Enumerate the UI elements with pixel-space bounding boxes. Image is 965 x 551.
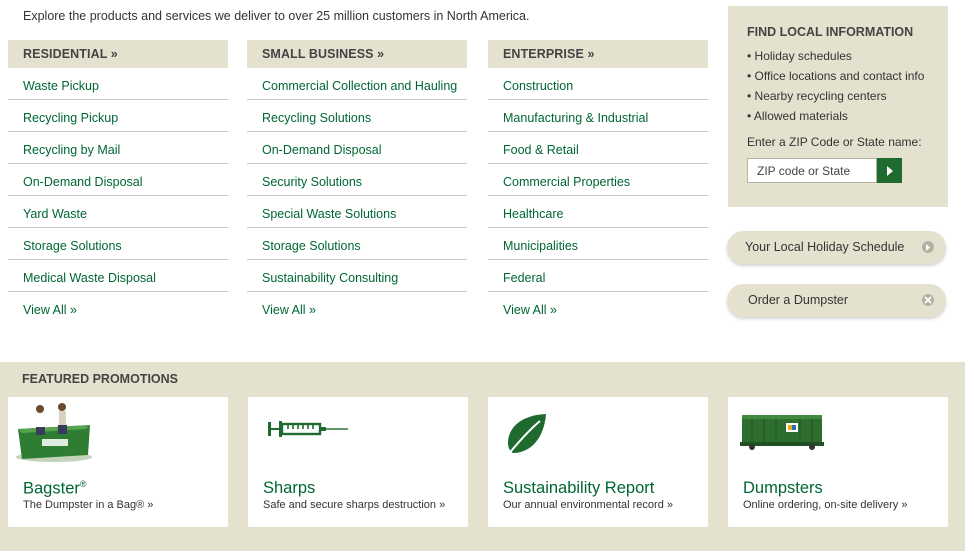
syringe-icon xyxy=(268,421,348,437)
featured-promotions: FEATURED PROMOTIONS Bagster® The Dumpste… xyxy=(0,362,965,551)
promo-card-subtitle: Our annual environmental record » xyxy=(503,499,673,511)
promo-card-title: Sustainability Report xyxy=(503,479,655,497)
promo-card-dumpsters[interactable]: Dumpsters Online ordering, on-site deliv… xyxy=(728,397,948,527)
small-business-link[interactable]: Storage Solutions xyxy=(247,228,467,260)
small-business-link[interactable]: Special Waste Solutions xyxy=(247,196,467,228)
small-business-list: Commercial Collection and Hauling Recycl… xyxy=(247,68,467,324)
promo-card-bagster[interactable]: Bagster® The Dumpster in a Bag® » xyxy=(8,397,228,527)
promo-card-sharps[interactable]: Sharps Safe and secure sharps destructio… xyxy=(248,397,468,527)
promo-card-sustainability[interactable]: Sustainability Report Our annual environ… xyxy=(488,397,708,527)
order-dumpster-label: Order a Dumpster xyxy=(748,293,849,307)
enterprise-link[interactable]: Healthcare xyxy=(488,196,708,228)
residential-list: Waste Pickup Recycling Pickup Recycling … xyxy=(8,68,228,324)
enterprise-list: Construction Manufacturing & Industrial … xyxy=(488,68,708,324)
arrow-right-icon xyxy=(922,241,934,253)
local-info-item: Holiday schedules xyxy=(747,46,948,66)
promo-card-title: Bagster® xyxy=(23,479,87,498)
residential-link[interactable]: Yard Waste xyxy=(8,196,228,228)
promo-card-title: Dumpsters xyxy=(743,479,823,497)
small-business-heading[interactable]: SMALL BUSINESS » xyxy=(247,40,467,68)
dumpster-image xyxy=(740,415,824,450)
promo-card-subtitle: Online ordering, on-site delivery » xyxy=(743,499,908,511)
promo-card-subtitle: Safe and secure sharps destruction » xyxy=(263,499,446,511)
intro-text: Explore the products and services we del… xyxy=(23,9,530,23)
small-business-link[interactable]: Commercial Collection and Hauling xyxy=(247,68,467,100)
small-business-link[interactable]: Security Solutions xyxy=(247,164,467,196)
featured-promotions-title: FEATURED PROMOTIONS xyxy=(22,372,179,386)
residential-link[interactable]: Waste Pickup xyxy=(8,68,228,100)
holiday-schedule-label: Your Local Holiday Schedule xyxy=(745,240,905,254)
enterprise-link[interactable]: Commercial Properties xyxy=(488,164,708,196)
enterprise-link[interactable]: Manufacturing & Industrial xyxy=(488,100,708,132)
local-info-item: Allowed materials xyxy=(747,106,948,126)
residential-link[interactable]: Recycling by Mail xyxy=(8,132,228,164)
small-business-link[interactable]: Recycling Solutions xyxy=(247,100,467,132)
enterprise-column: ENTERPRISE » Construction Manufacturing … xyxy=(488,40,708,324)
enterprise-link[interactable]: Municipalities xyxy=(488,228,708,260)
enterprise-view-all-link[interactable]: View All » xyxy=(488,292,708,324)
zip-submit-button[interactable] xyxy=(877,158,902,183)
residential-link[interactable]: Recycling Pickup xyxy=(8,100,228,132)
order-dumpster-button[interactable]: Order a Dumpster xyxy=(727,284,946,317)
local-info-title: FIND LOCAL INFORMATION xyxy=(747,25,914,39)
close-icon xyxy=(922,294,934,306)
local-info-item: Office locations and contact info xyxy=(747,66,948,86)
local-info-item: Nearby recycling centers xyxy=(747,86,948,106)
residential-link[interactable]: On-Demand Disposal xyxy=(8,164,228,196)
enterprise-link[interactable]: Food & Retail xyxy=(488,132,708,164)
zip-input[interactable] xyxy=(747,158,877,183)
promo-card-title: Sharps xyxy=(263,479,316,497)
enterprise-link[interactable]: Construction xyxy=(488,68,708,100)
small-business-link[interactable]: On-Demand Disposal xyxy=(247,132,467,164)
bagster-image xyxy=(16,403,92,462)
residential-column: RESIDENTIAL » Waste Pickup Recycling Pic… xyxy=(8,40,228,324)
enterprise-heading[interactable]: ENTERPRISE » xyxy=(488,40,708,68)
local-info-panel: FIND LOCAL INFORMATION Holiday schedules… xyxy=(728,6,948,207)
residential-heading[interactable]: RESIDENTIAL » xyxy=(8,40,228,68)
promo-card-subtitle: The Dumpster in a Bag® » xyxy=(23,499,154,511)
zip-label: Enter a ZIP Code or State name: xyxy=(747,135,922,149)
small-business-column: SMALL BUSINESS » Commercial Collection a… xyxy=(247,40,467,324)
holiday-schedule-button[interactable]: Your Local Holiday Schedule xyxy=(727,231,946,264)
leaf-icon xyxy=(505,414,546,458)
local-info-list: Holiday schedules Office locations and c… xyxy=(747,46,948,126)
small-business-link[interactable]: Sustainability Consulting xyxy=(247,260,467,292)
residential-view-all-link[interactable]: View All » xyxy=(8,292,228,324)
small-business-view-all-link[interactable]: View All » xyxy=(247,292,467,324)
arrow-right-icon xyxy=(886,165,893,176)
enterprise-link[interactable]: Federal xyxy=(488,260,708,292)
zip-form xyxy=(747,158,902,183)
residential-link[interactable]: Storage Solutions xyxy=(8,228,228,260)
residential-link[interactable]: Medical Waste Disposal xyxy=(8,260,228,292)
